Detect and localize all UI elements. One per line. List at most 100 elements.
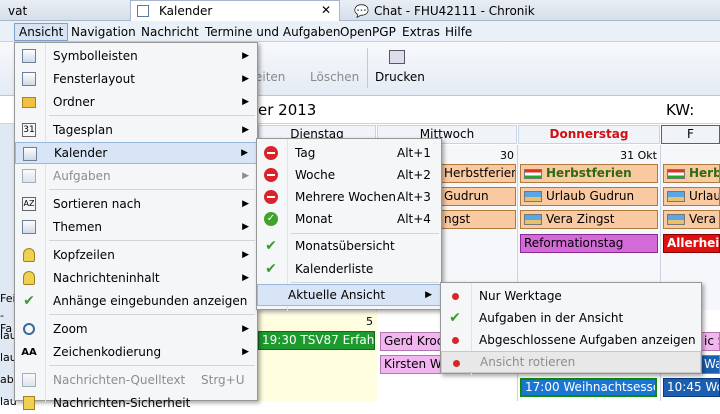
event-vera[interactable]: Vera Z [663, 210, 720, 229]
menu-nachricht[interactable]: Nachricht [137, 23, 203, 41]
menu-item-ansicht-rotieren[interactable]: Ansicht rotieren [441, 351, 701, 373]
menu-item-sicherheit[interactable]: Nachrichten-Sicherheit [15, 392, 257, 414]
tab-kalender[interactable]: Kalender ✕ [130, 0, 340, 21]
menu-item-aufgaben[interactable]: Aufgaben ▶ [15, 165, 257, 187]
calendar-icon [22, 146, 38, 162]
menu-item-monat[interactable]: ✓ Monat Alt+4 [257, 208, 441, 230]
event-kirsten[interactable]: Kirsten We [380, 355, 442, 374]
security-icon [21, 395, 37, 411]
menu-item-zoom[interactable]: Zoom ▶ [15, 318, 257, 340]
flag-icon [524, 168, 542, 179]
message-body-icon [21, 270, 37, 286]
tab-label: Kalender [159, 4, 213, 18]
event-weihnachtsessen[interactable]: 17:00 Weihnachtsessen [520, 378, 657, 397]
beach-icon [667, 191, 685, 202]
event-tsv[interactable]: 19:30 TSV87 Erfahr... [258, 331, 375, 350]
ansicht-menu: Symbolleisten ▶ Fensterlayout ▶ Ordner ▶ 31… [14, 42, 258, 410]
event-vera[interactable]: Vera Zingst [520, 210, 658, 229]
day-number: 31 Okt [620, 149, 657, 162]
delete-button[interactable]: Löschen [310, 70, 359, 84]
event-herbstferien[interactable]: Herbstferien [520, 164, 658, 183]
menu-navigation[interactable]: Navigation [67, 23, 140, 41]
chevron-right-icon: ▶ [242, 74, 249, 84]
menu-item-quelltext[interactable]: Nachrichten-Quelltext Strg+U [15, 369, 257, 391]
event-herbstferien[interactable]: Herbs [663, 164, 720, 183]
day-number: 30 [500, 149, 514, 162]
menu-item-aktuelle-ansicht[interactable]: Aktuelle Ansicht ▶ [257, 284, 441, 306]
tab-label: Chat - FHU42111 - Chronik [373, 3, 535, 18]
tab-mail[interactable]: vat [0, 0, 35, 21]
chevron-right-icon: ▶ [425, 290, 432, 300]
event-urlaub[interactable]: Urlaub [663, 187, 720, 206]
menu-item-kalender[interactable]: Kalender ▶ [15, 142, 257, 164]
menu-item-kopfzeilen[interactable]: Kopfzeilen ▶ [15, 244, 257, 266]
menu-separator [49, 115, 255, 116]
menu-item-anhaenge[interactable]: ✔ Anhänge eingebunden anzeigen [15, 290, 257, 312]
sort-icon: AZ [21, 196, 37, 212]
month-title: er 2013 [258, 101, 317, 119]
menu-item-zeichenkodierung[interactable]: AA Zeichenkodierung ▶ [15, 341, 257, 363]
kalender-submenu: Tag Alt+1 Woche Alt+2 Mehrere Wochen Alt… [256, 138, 442, 311]
menu-item-aufgaben-ansicht[interactable]: ✔ Aufgaben in der Ansicht [441, 307, 701, 329]
menu-item-tagesplan[interactable]: 31 Tagesplan ▶ [15, 119, 257, 141]
menu-item-ordner[interactable]: Ordner ▶ [15, 91, 257, 113]
menu-item-sortieren[interactable]: AZ Sortieren nach ▶ [15, 193, 257, 215]
menu-openpgp[interactable]: OpenPGP [336, 23, 400, 41]
menu-ansicht[interactable]: Ansicht [14, 23, 69, 41]
left-pane: 13 Fei -Fa lau lau ab lau [0, 97, 17, 408]
event-urlaub[interactable]: Urlaub Gudrun [520, 187, 658, 206]
checkmark-icon: ✔ [265, 238, 277, 254]
menu-item-nachrichteninhalt[interactable]: Nachrichteninhalt ▶ [15, 267, 257, 289]
menu-item-kalenderliste[interactable]: ✔ Kalenderliste [257, 258, 441, 280]
menu-extras[interactable]: Extras [398, 23, 444, 41]
menu-item-mehrere-wochen[interactable]: Mehrere Wochen Alt+3 [257, 186, 441, 208]
menu-item-themen[interactable]: Themen ▶ [15, 216, 257, 238]
event-vera[interactable]: ngst [440, 210, 516, 229]
event-fragment[interactable]: Was [700, 355, 720, 374]
chat-icon: 💬 [354, 3, 369, 18]
event-urlaub[interactable]: Gudrun [440, 187, 516, 206]
menu-item-tag[interactable]: Tag Alt+1 [257, 142, 441, 164]
toolbar-divider [367, 48, 368, 88]
encoding-icon: AA [21, 346, 37, 358]
day-header-freitag: F [661, 125, 720, 144]
event-fragment[interactable]: ic Sh [700, 332, 720, 351]
menu-hilfe[interactable]: Hilfe [441, 23, 476, 41]
event-reformationstag[interactable]: Reformationstag [520, 234, 658, 253]
checkmark-icon: ✔ [265, 261, 277, 277]
chevron-right-icon: ▶ [242, 347, 249, 357]
menu-item-symbolleisten[interactable]: Symbolleisten ▶ [15, 45, 257, 67]
print-button[interactable]: Drucken [375, 70, 425, 84]
menu-separator [49, 365, 255, 366]
event-herbstferien[interactable]: Herbstferien [440, 164, 516, 183]
tab-chat[interactable]: 💬 Chat - FHU42111 - Chronik [346, 0, 543, 21]
calendar-31-icon: 31 [22, 123, 36, 137]
toolbar-button-fragment[interactable]: eiten [255, 70, 285, 84]
menu-item-monatsuebersicht[interactable]: ✔ Monatsübersicht [257, 235, 441, 257]
menu-item-nur-werktage[interactable]: Nur Werktage [441, 285, 701, 307]
menu-separator [49, 189, 255, 190]
close-icon[interactable]: ✕ [321, 3, 331, 17]
event-allerheiligen[interactable]: Allerheili [663, 234, 720, 253]
chevron-right-icon: ▶ [241, 148, 248, 158]
beach-icon [524, 191, 542, 202]
chevron-right-icon: ▶ [242, 97, 249, 107]
menu-termine[interactable]: Termine und Aufgaben [201, 23, 344, 41]
chevron-right-icon: ▶ [242, 250, 249, 260]
menu-item-woche[interactable]: Woche Alt+2 [257, 164, 441, 186]
menu-item-fensterlayout[interactable]: Fensterlayout ▶ [15, 68, 257, 90]
checkmark-icon: ✔ [23, 293, 35, 309]
tab-bar: vat Kalender ✕ 💬 Chat - FHU42111 - Chron… [0, 0, 720, 21]
flag-icon [667, 168, 685, 179]
day-header-donnerstag: Donnerstag [518, 125, 660, 144]
source-icon [21, 372, 37, 388]
menu-item-abgeschlossene[interactable]: Abgeschlossene Aufgaben anzeigen [441, 329, 701, 351]
aktuelle-ansicht-submenu: Nur Werktage ✔ Aufgaben in der Ansicht A… [440, 282, 702, 375]
layout-icon [21, 71, 37, 87]
day-number: 5 [366, 315, 373, 328]
checkmark-circle-icon: ✓ [263, 211, 279, 227]
event-wol[interactable]: 10:45 Wol [663, 378, 720, 397]
toolbar-icon [21, 48, 37, 64]
radio-dot-icon [447, 332, 463, 348]
event-gerd[interactable]: Gerd Krock [380, 332, 442, 351]
